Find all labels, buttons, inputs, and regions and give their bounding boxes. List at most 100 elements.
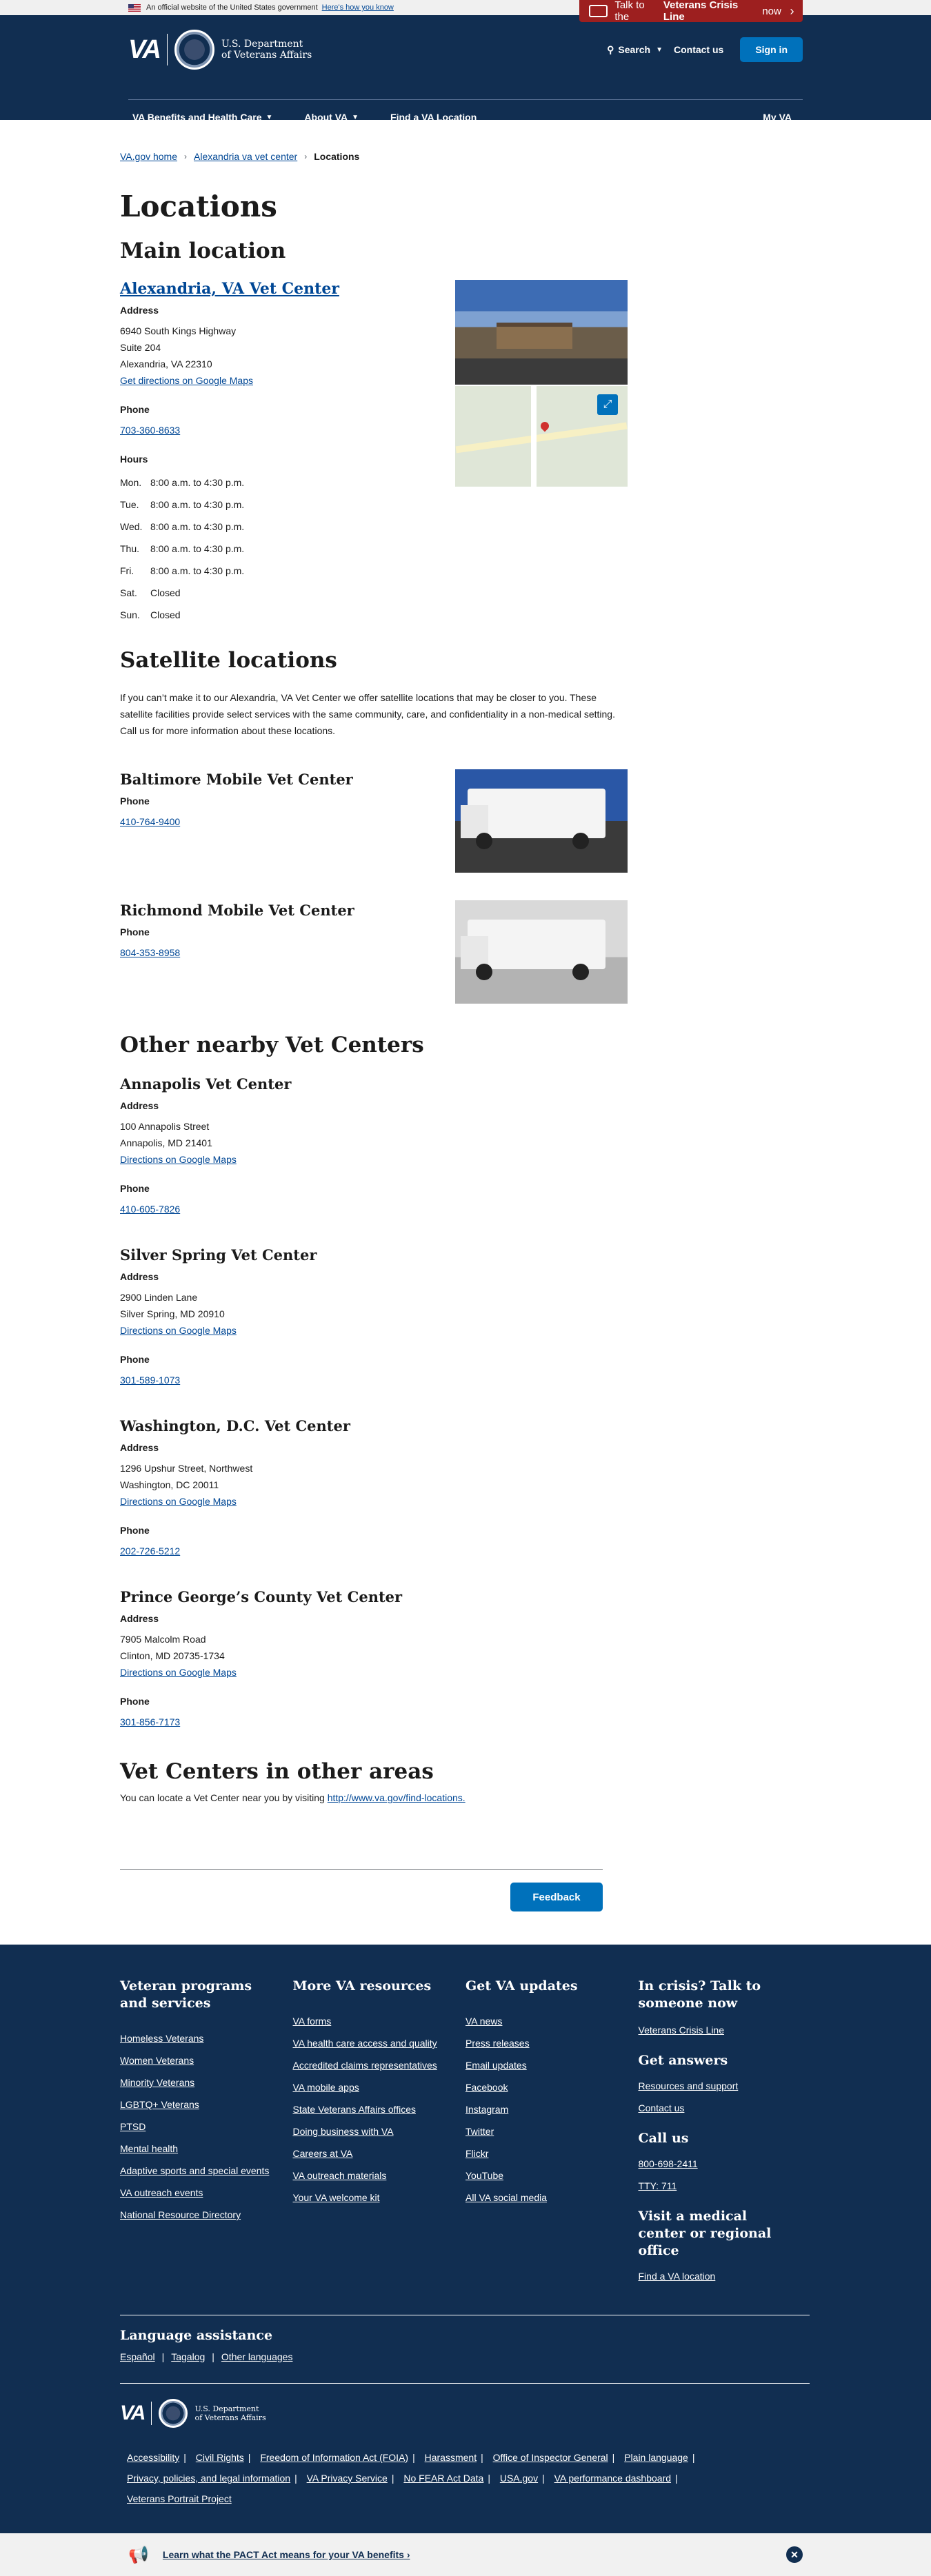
find-locations-link[interactable]: http://www.va.gov/find-locations. bbox=[328, 1792, 466, 1803]
main-location-media: ⤢ bbox=[455, 280, 628, 626]
footer-link[interactable]: National Resource Directory bbox=[120, 2204, 293, 2226]
va-logo[interactable]: VA bbox=[128, 35, 161, 65]
phone-link[interactable]: 301-589-1073 bbox=[120, 1375, 180, 1386]
expand-map-icon[interactable]: ⤢ bbox=[597, 394, 618, 415]
va-seal-icon bbox=[174, 30, 214, 70]
footer-link[interactable]: Contact us bbox=[639, 2097, 812, 2119]
breadcrumb-home[interactable]: VA.gov home bbox=[120, 151, 177, 162]
footer-link[interactable]: Women Veterans bbox=[120, 2049, 293, 2071]
address-line: 6940 South Kings Highway bbox=[120, 325, 237, 336]
footer-logo[interactable]: VA U.S. Department of Veterans Affairs bbox=[120, 2399, 811, 2428]
footer-link[interactable]: VA outreach materials bbox=[293, 2164, 466, 2187]
sign-in-button[interactable]: Sign in bbox=[740, 37, 803, 62]
footer-link[interactable]: Email updates bbox=[466, 2054, 639, 2076]
footer-bottom-link[interactable]: Civil Rights bbox=[196, 2452, 244, 2463]
va-seal-icon bbox=[159, 2399, 188, 2428]
directions-link[interactable]: Directions on Google Maps bbox=[120, 1154, 237, 1165]
footer-bottom-link[interactable]: Veterans Portrait Project bbox=[127, 2493, 232, 2504]
phone-link[interactable]: 410-605-7826 bbox=[120, 1204, 180, 1215]
hours-time: Closed bbox=[150, 609, 181, 620]
satellite-name: Baltimore Mobile Vet Center bbox=[120, 771, 353, 788]
footer-bottom-link[interactable]: Freedom of Information Act (FOIA) bbox=[260, 2452, 408, 2463]
nav-find-location[interactable]: Find a VA Location bbox=[386, 112, 477, 123]
contact-us-link[interactable]: Contact us bbox=[674, 44, 723, 55]
footer-link[interactable]: Resources and support bbox=[639, 2075, 812, 2097]
footer-bottom-link[interactable]: Privacy, policies, and legal information bbox=[127, 2473, 290, 2484]
address-line: Annapolis, MD 21401 bbox=[120, 1137, 212, 1148]
chevron-right-icon: › bbox=[304, 152, 308, 161]
close-icon[interactable]: ✕ bbox=[786, 2546, 803, 2563]
feedback-button[interactable]: Feedback bbox=[510, 1883, 603, 1911]
nav-benefits[interactable]: VA Benefits and Health Care ▼ bbox=[128, 112, 272, 123]
footer-link[interactable]: Doing business with VA bbox=[293, 2120, 466, 2142]
footer-link[interactable]: Press releases bbox=[466, 2032, 639, 2054]
other-areas-heading: Vet Centers in other areas bbox=[120, 1759, 434, 1784]
footer-link[interactable]: Veterans Crisis Line bbox=[639, 2019, 812, 2041]
footer-bottom-link[interactable]: VA performance dashboard bbox=[554, 2473, 671, 2484]
footer-link[interactable]: State Veterans Affairs offices bbox=[293, 2098, 466, 2120]
nav-find-location-label: Find a VA Location bbox=[390, 112, 477, 123]
language-link[interactable]: Tagalog bbox=[171, 2351, 205, 2362]
footer-link[interactable]: Flickr bbox=[466, 2142, 639, 2164]
phone-link[interactable]: 410-764-9400 bbox=[120, 816, 180, 827]
footer-link[interactable]: Find a VA location bbox=[639, 2265, 812, 2287]
breadcrumb-vet-center[interactable]: Alexandria va vet center bbox=[194, 151, 297, 162]
crisis-line-icon bbox=[589, 5, 608, 17]
how-you-know-link[interactable]: Here's how you know bbox=[322, 3, 394, 12]
crisis-prefix: Talk to the bbox=[614, 0, 645, 23]
footer-bottom-link[interactable]: Plain language bbox=[624, 2452, 688, 2463]
crisis-line-button[interactable]: Talk to the Veterans Crisis Line now › bbox=[579, 0, 803, 23]
footer-link[interactable]: Accredited claims representatives bbox=[293, 2054, 466, 2076]
footer-link[interactable]: 800-698-2411 bbox=[639, 2153, 812, 2175]
phone-link[interactable]: 703-360-8633 bbox=[120, 425, 180, 436]
footer-link[interactable]: Instagram bbox=[466, 2098, 639, 2120]
hours-time: 8:00 a.m. to 4:30 p.m. bbox=[150, 499, 245, 510]
phone-link[interactable]: 301-856-7173 bbox=[120, 1716, 180, 1727]
language-link[interactable]: Español bbox=[120, 2351, 155, 2362]
footer-link[interactable]: Your VA welcome kit bbox=[293, 2187, 466, 2209]
footer-link[interactable]: All VA social media bbox=[466, 2187, 639, 2209]
hours-day: Wed. bbox=[120, 521, 143, 532]
footer-bottom-link[interactable]: No FEAR Act Data bbox=[403, 2473, 483, 2484]
phone-link[interactable]: 804-353-8958 bbox=[120, 947, 180, 958]
hours-day: Thu. bbox=[120, 543, 140, 554]
footer-link[interactable]: YouTube bbox=[466, 2164, 639, 2187]
footer-bottom-link[interactable]: VA Privacy Service bbox=[307, 2473, 388, 2484]
footer-link[interactable]: VA forms bbox=[293, 2010, 466, 2032]
language-links: Español | Tagalog | Other languages bbox=[120, 2351, 293, 2362]
footer-link[interactable]: Adaptive sports and special events bbox=[120, 2160, 293, 2182]
footer-link[interactable]: Mental health bbox=[120, 2138, 293, 2160]
footer-bottom-link[interactable]: Office of Inspector General bbox=[493, 2452, 608, 2463]
search-button[interactable]: ⚲ Search ▼ bbox=[607, 44, 663, 56]
footer-bottom-link[interactable]: USA.gov bbox=[500, 2473, 538, 2484]
footer-bottom-link[interactable]: Harassment bbox=[425, 2452, 477, 2463]
footer-link[interactable]: Twitter bbox=[466, 2120, 639, 2142]
footer-link[interactable]: PTSD bbox=[120, 2116, 293, 2138]
nav-my-va[interactable]: My VA bbox=[759, 112, 792, 123]
hours-label: Hours bbox=[120, 454, 148, 465]
footer-link[interactable]: VA mobile apps bbox=[293, 2076, 466, 2098]
address-label: Address bbox=[120, 305, 159, 316]
directions-link[interactable]: Directions on Google Maps bbox=[120, 1667, 237, 1678]
footer-bottom-link[interactable]: Accessibility bbox=[127, 2452, 179, 2463]
phone-link[interactable]: 202-726-5212 bbox=[120, 1545, 180, 1556]
directions-link[interactable]: Directions on Google Maps bbox=[120, 1325, 237, 1336]
directions-link[interactable]: Get directions on Google Maps bbox=[120, 375, 253, 386]
footer-link[interactable]: Facebook bbox=[466, 2076, 639, 2098]
footer-link[interactable]: VA news bbox=[466, 2010, 639, 2032]
divider bbox=[120, 2383, 810, 2384]
footer-link[interactable]: Careers at VA bbox=[293, 2142, 466, 2164]
directions-link[interactable]: Directions on Google Maps bbox=[120, 1496, 237, 1507]
footer-link[interactable]: VA health care access and quality bbox=[293, 2032, 466, 2054]
footer-link[interactable]: TTY: 711 bbox=[639, 2175, 812, 2197]
footer-link[interactable]: Minority Veterans bbox=[120, 2071, 293, 2093]
main-location-name-link[interactable]: Alexandria, VA Vet Center bbox=[120, 280, 339, 298]
language-link[interactable]: Other languages bbox=[221, 2351, 293, 2362]
footer-link[interactable]: Homeless Veterans bbox=[120, 2027, 293, 2049]
footer-link[interactable]: VA outreach events bbox=[120, 2182, 293, 2204]
nav-about[interactable]: About VA ▼ bbox=[300, 112, 359, 123]
pact-act-link[interactable]: Learn what the PACT Act means for your V… bbox=[163, 2549, 410, 2560]
nearby-center-name: Silver Spring Vet Center bbox=[120, 1246, 317, 1264]
footer-link[interactable]: LGBTQ+ Veterans bbox=[120, 2093, 293, 2116]
location-map[interactable]: ⤢ bbox=[455, 385, 628, 488]
